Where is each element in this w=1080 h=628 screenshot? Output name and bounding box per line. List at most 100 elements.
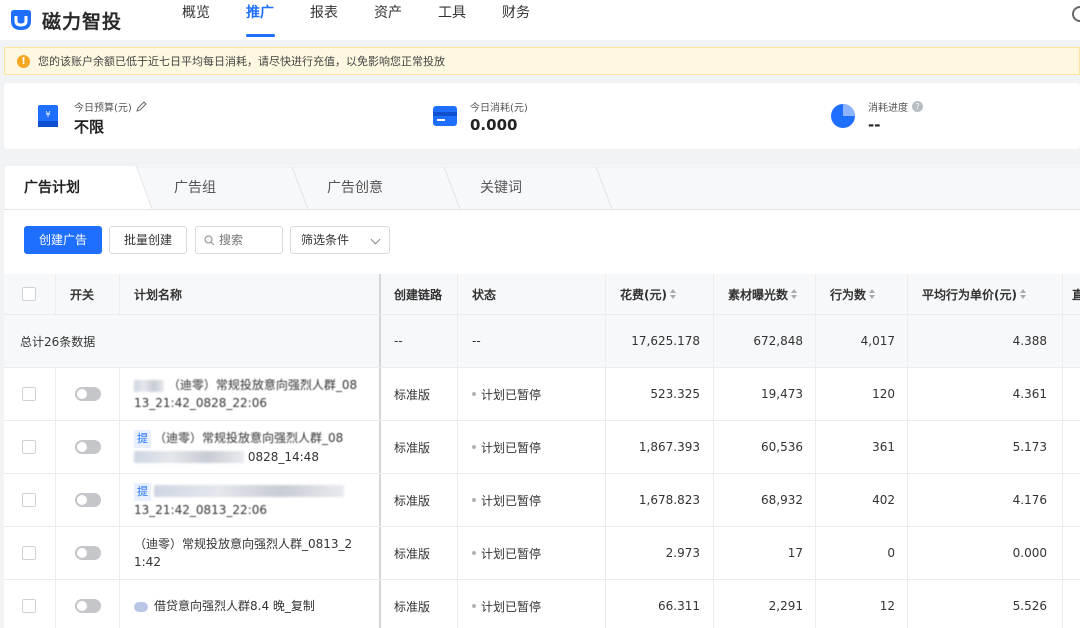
row-impressions: 60,536	[761, 440, 803, 454]
status-dot	[472, 392, 476, 396]
table-row[interactable]: （迪零）常规投放意向强烈人群_08 13_21:42_0828_22:06 标准…	[4, 368, 1080, 421]
row-checkbox-cell	[22, 527, 36, 579]
sort-icon[interactable]	[791, 289, 798, 299]
status-dot	[472, 445, 476, 449]
row-toggle[interactable]	[75, 546, 101, 560]
campaign-name-line1[interactable]: （迪零）常规投放意向强烈人群_08	[168, 378, 357, 392]
warning-text: 您的该账户余额已低于近七日平均每日消耗，请尽快进行充值，以免影响您正常投放	[38, 55, 445, 68]
campaign-name-line1[interactable]: （迪零）常规投放意向强烈人群_08	[154, 431, 343, 445]
nav-overview[interactable]: 概览	[182, 0, 246, 40]
row-toggle[interactable]	[75, 387, 101, 401]
table-row[interactable]: 借贷意向强烈人群8.4 晚_复制 标准版 计划已暂停 66.311 2,291 …	[4, 580, 1080, 628]
warning-icon: !	[17, 54, 30, 68]
table-row[interactable]: （迪零）常规投放意向强烈人群_0813_2 1:42 标准版 计划已暂停 2.9…	[4, 527, 1080, 580]
row-status-cell: 计划已暂停	[472, 421, 541, 473]
svg-text:¥: ¥	[45, 110, 50, 119]
row-name-cell: （迪零）常规投放意向强烈人群_08 13_21:42_0828_22:06	[134, 368, 364, 420]
app-name: 磁力智投	[42, 10, 123, 33]
campaign-tag: 提	[134, 429, 151, 448]
row-toggle-cell	[75, 368, 101, 420]
sort-icon[interactable]	[1019, 289, 1026, 299]
table-row[interactable]: 提（迪零）常规投放意向强烈人群_08 0828_14:48 标准版 计划已暂停 …	[4, 421, 1080, 474]
tab-shapes	[4, 165, 1080, 210]
row-status-cell: 计划已暂停	[472, 527, 541, 579]
summary-label: 总计26条数据	[20, 334, 96, 349]
summary-avg-cost: 4.388	[1012, 334, 1047, 348]
chevron-down-icon	[370, 234, 381, 245]
row-toggle[interactable]	[75, 599, 101, 613]
filter-select[interactable]: 筛选条件	[290, 226, 390, 254]
budget-label: 今日预算(元)	[74, 103, 132, 114]
row-chain: 标准版	[394, 546, 431, 561]
progress-pie-icon	[831, 104, 855, 128]
nav-tools[interactable]: 工具	[438, 0, 502, 40]
row-chain: 标准版	[394, 493, 431, 508]
status-dot	[472, 551, 476, 555]
header-next: 直	[1072, 287, 1080, 302]
campaign-panel: 广告计划 广告组 广告创意 关键词 创建广告 批量创建 筛选条件 开关 计划名称…	[4, 165, 1080, 628]
row-cost: 1,678.823	[638, 493, 700, 507]
emoji-icon	[134, 601, 148, 612]
row-status-cell: 计划已暂停	[472, 474, 541, 526]
nav-finance[interactable]: 财务	[502, 0, 566, 40]
campaign-name-line1[interactable]: 借贷意向强烈人群8.4 晚_复制	[154, 599, 315, 613]
row-toggle[interactable]	[75, 493, 101, 507]
header-cost[interactable]: 花费(元)	[620, 274, 676, 314]
help-icon[interactable]: ?	[912, 101, 923, 112]
progress-label: 消耗进度	[868, 103, 908, 114]
row-checkbox[interactable]	[22, 493, 36, 507]
row-impressions: 19,473	[761, 387, 803, 401]
select-all-cell	[22, 274, 36, 314]
tab-keywords[interactable]: 关键词	[480, 165, 522, 210]
row-checkbox[interactable]	[22, 387, 36, 401]
main-nav: 概览 推广 报表 资产 工具 财务	[182, 0, 566, 40]
nav-promotion[interactable]: 推广	[246, 0, 310, 40]
tab-ad-groups[interactable]: 广告组	[174, 165, 216, 210]
table-header: 开关 计划名称 创建链路 状态 花费(元) 素材曝光数 行为数 平均行为单价(元…	[4, 274, 1080, 315]
table-row[interactable]: 提 13_21:42_0813_22:06 标准版 计划已暂停 1,678.82…	[4, 474, 1080, 527]
search-box[interactable]	[195, 226, 283, 254]
campaign-name-line2: 0828_14:48	[247, 449, 319, 464]
row-status: 计划已暂停	[481, 493, 542, 508]
header-impressions[interactable]: 素材曝光数	[728, 274, 798, 314]
row-toggle[interactable]	[75, 440, 101, 454]
row-cost: 2.973	[665, 546, 700, 560]
campaign-name-line1[interactable]: （迪零）常规投放意向强烈人群_0813_2	[134, 535, 364, 553]
tab-creatives[interactable]: 广告创意	[327, 165, 383, 210]
row-toggle-cell	[75, 580, 101, 628]
top-nav: 磁力智投 概览 推广 报表 资产 工具 财务	[0, 0, 1080, 40]
sort-icon[interactable]	[669, 289, 676, 299]
search-icon	[204, 234, 215, 245]
header-actions[interactable]: 行为数	[830, 274, 876, 314]
row-chain: 标准版	[394, 387, 431, 402]
campaign-tag: 提	[134, 482, 151, 501]
edit-icon[interactable]	[136, 101, 147, 112]
row-checkbox[interactable]	[22, 440, 36, 454]
tab-bar: 广告计划 广告组 广告创意 关键词	[4, 165, 1080, 210]
row-avg-cost: 0.000	[1012, 546, 1047, 560]
search-input[interactable]	[219, 233, 279, 247]
header-name: 计划名称	[134, 287, 183, 302]
row-actions: 361	[872, 440, 895, 454]
row-cost: 66.311	[658, 599, 700, 613]
header-avg-cost[interactable]: 平均行为单价(元)	[922, 274, 1026, 314]
nav-assets[interactable]: 资产	[374, 0, 438, 40]
nav-reports[interactable]: 报表	[310, 0, 374, 40]
header-status: 状态	[472, 287, 497, 302]
header-impressions-label: 素材曝光数	[728, 287, 789, 302]
select-all-checkbox[interactable]	[22, 287, 36, 301]
tab-campaigns[interactable]: 广告计划	[24, 165, 80, 210]
create-ad-button[interactable]: 创建广告	[24, 226, 102, 254]
row-checkbox[interactable]	[22, 546, 36, 560]
logo[interactable]: 磁力智投	[8, 7, 168, 34]
summary-status: --	[472, 334, 481, 348]
campaign-name-line2: 1:42	[134, 555, 161, 569]
row-status: 计划已暂停	[481, 387, 542, 402]
summary-row: 总计26条数据 -- -- 17,625.178 672,848 4,017 4…	[4, 315, 1080, 368]
settings-icon[interactable]	[1072, 6, 1080, 22]
spend-label: 今日消耗(元)	[470, 103, 528, 114]
batch-create-button[interactable]: 批量创建	[109, 226, 187, 254]
row-checkbox[interactable]	[22, 599, 36, 613]
progress-value: --	[868, 116, 881, 134]
sort-icon[interactable]	[869, 289, 876, 299]
